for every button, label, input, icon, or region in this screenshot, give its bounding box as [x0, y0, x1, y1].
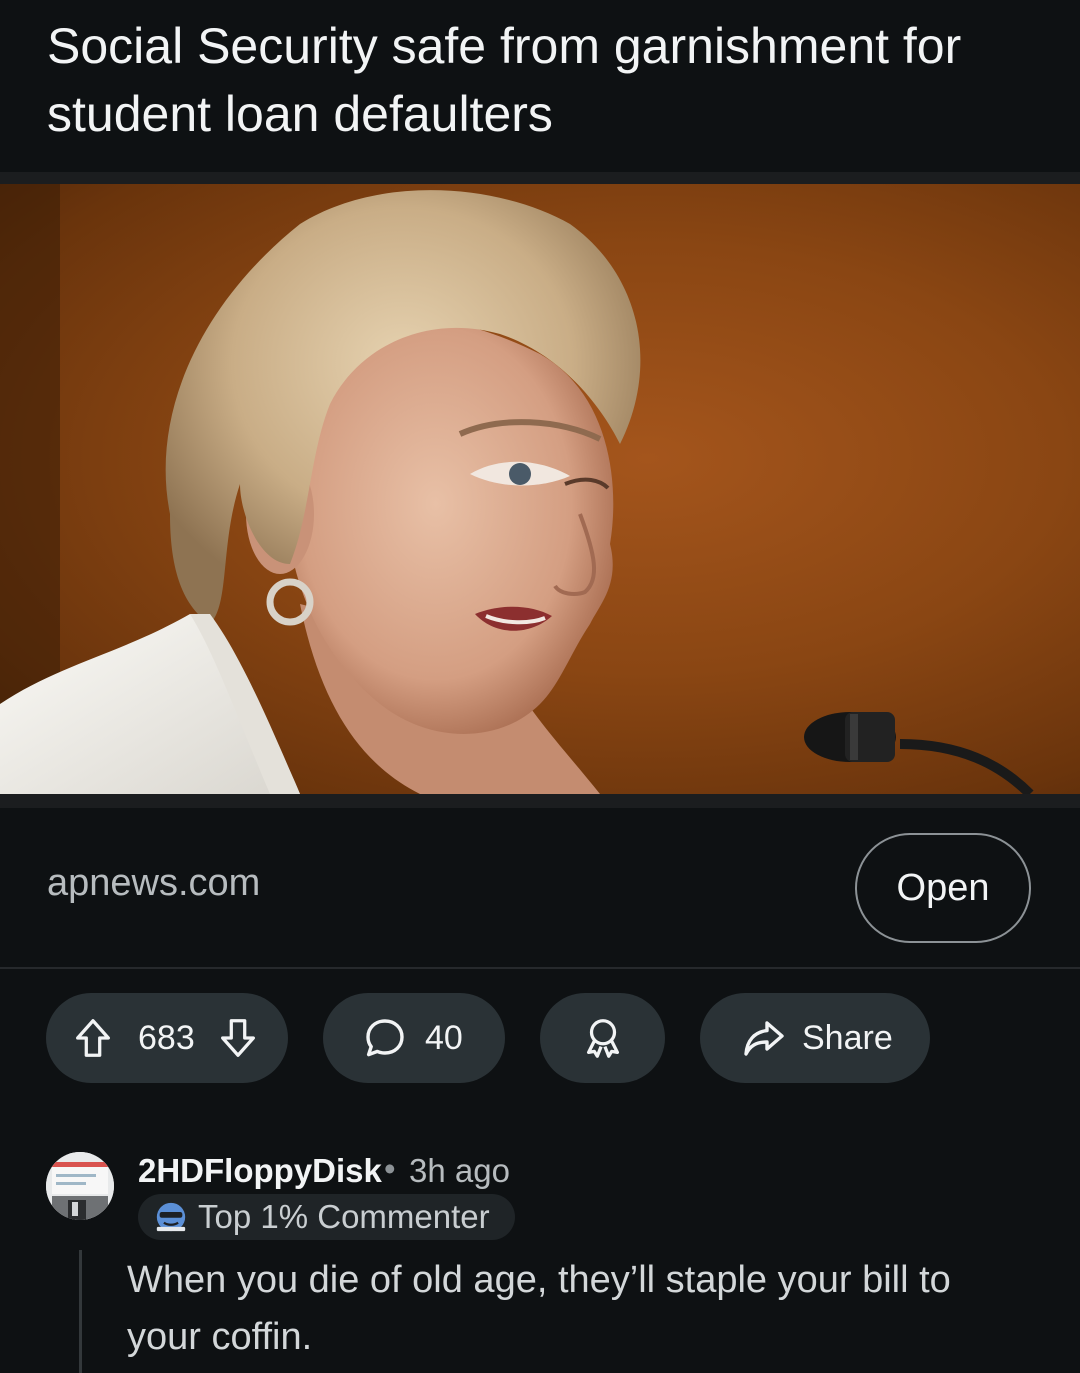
comment-count: 40 — [425, 1018, 463, 1057]
badge-label: Top 1% Commenter — [198, 1198, 490, 1235]
comment-timestamp: 3h ago — [409, 1152, 510, 1189]
comments-button[interactable]: 40 — [323, 993, 505, 1083]
post-title[interactable]: Social Security safe from garnishment fo… — [47, 12, 1037, 148]
divider — [0, 172, 1080, 184]
share-arrow-icon — [740, 1014, 788, 1062]
downvote-icon[interactable] — [215, 1015, 261, 1061]
award-ribbon-icon — [580, 1015, 626, 1061]
post-image[interactable] — [0, 184, 1080, 794]
woman-at-microphone-photo — [0, 184, 1034, 794]
thread-line[interactable] — [79, 1250, 82, 1373]
divider — [0, 794, 1080, 808]
share-label: Share — [802, 1018, 893, 1057]
floppy-disk-avatar-icon — [46, 1152, 114, 1220]
commenter-badge[interactable]: Top 1% Commenter — [138, 1194, 515, 1240]
open-link-button[interactable]: Open — [855, 833, 1031, 943]
award-button[interactable] — [540, 993, 665, 1083]
avatar[interactable] — [46, 1152, 114, 1220]
sunglasses-face-icon — [154, 1200, 188, 1234]
comment-username[interactable]: 2HDFloppyDisk — [138, 1152, 382, 1190]
vote-bar: 683 — [46, 993, 288, 1083]
share-button[interactable]: Share — [700, 993, 930, 1083]
comment-body: When you die of old age, they’ll staple … — [127, 1259, 951, 1358]
link-domain[interactable]: apnews.com — [47, 862, 260, 905]
vote-score: 683 — [138, 1018, 195, 1057]
meta-separator: • — [384, 1150, 396, 1187]
divider — [0, 967, 1080, 969]
upvote-icon[interactable] — [70, 1015, 116, 1061]
post-header: Social Security safe from garnishment fo… — [0, 0, 1080, 172]
speech-bubble-icon — [361, 1014, 409, 1062]
